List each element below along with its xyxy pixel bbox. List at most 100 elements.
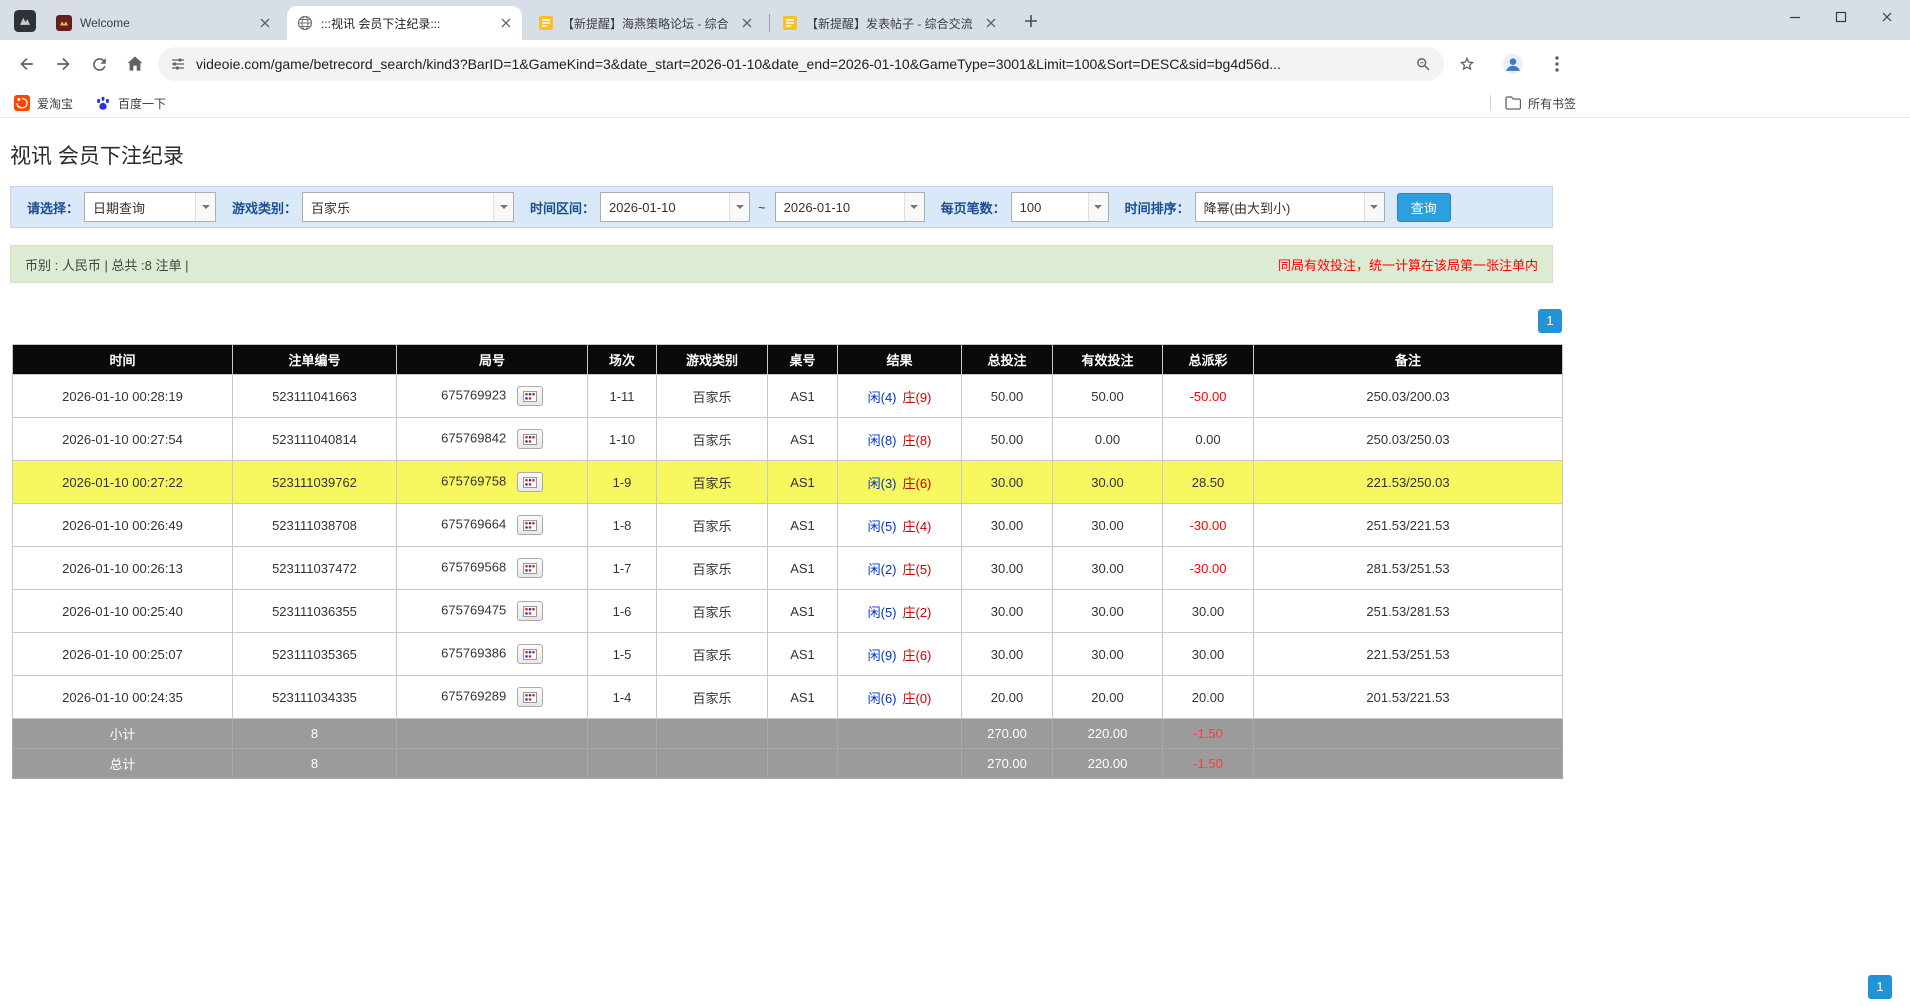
date-end-select[interactable]: 2026-01-10 [775, 192, 925, 222]
tab-close-icon[interactable] [498, 15, 514, 31]
back-button[interactable] [10, 47, 44, 81]
bookmarks-divider [1490, 95, 1491, 111]
url-text[interactable]: videoie.com/game/betrecord_search/kind3?… [196, 56, 1405, 72]
tab-post[interactable]: 【新提醒】发表帖子 - 综合交流 [772, 6, 1007, 40]
pagination-top: 1 [12, 309, 1562, 333]
sort-order-select[interactable]: 降幂(由大到小) [1195, 192, 1385, 222]
cell-bet-id: 523111040814 [233, 418, 397, 461]
cell-total-bet-link[interactable]: 50.00 [962, 418, 1053, 461]
replay-result-button[interactable] [517, 515, 543, 535]
folder-icon [1505, 96, 1521, 110]
cell-payout: 30.00 [1163, 590, 1254, 633]
game-type-select[interactable]: 百家乐 [302, 192, 514, 222]
tab-strip: Welcome :::视讯 会员下注纪录::: 【新提醒】海燕策略论坛 - 综合 [0, 0, 1910, 40]
bookmarks-bar: 爱淘宝 百度一下 所有书签 [0, 88, 1910, 118]
result-banker: 庄(9) [903, 390, 932, 405]
cell-result: 闲(5)庄(2) [838, 590, 962, 633]
cell-game-type: 百家乐 [657, 461, 768, 504]
cell-round-id: 675769758 [397, 461, 588, 504]
tab-close-icon[interactable] [983, 15, 999, 31]
cell-time: 2026-01-10 00:25:07 [13, 633, 233, 676]
cell-note: 250.03/200.03 [1254, 375, 1563, 418]
header-table-no: 桌号 [768, 345, 838, 375]
cell-table-no: AS1 [768, 418, 838, 461]
replay-result-button[interactable] [517, 472, 543, 492]
date-range-separator: ~ [758, 200, 766, 215]
cell-table-no: AS1 [768, 547, 838, 590]
pagination-bottom: 1 [1868, 975, 1892, 999]
header-valid-bet: 有效投注 [1053, 345, 1163, 375]
cell-table-no: AS1 [768, 461, 838, 504]
tab-close-icon[interactable] [739, 15, 755, 31]
page-content: 视讯 会员下注纪录 请选择： 日期查询 游戏类别： 百家乐 时间区间： 2026… [0, 140, 1910, 779]
cell-game-type: 百家乐 [657, 375, 768, 418]
replay-result-button[interactable] [517, 601, 543, 621]
page-1-button-bottom[interactable]: 1 [1868, 975, 1892, 999]
cell-payout: -30.00 [1163, 547, 1254, 590]
three-dot-menu-icon[interactable] [1542, 49, 1572, 79]
empty-cell [657, 749, 768, 779]
new-tab-button[interactable] [1017, 7, 1045, 35]
refresh-button[interactable] [82, 47, 116, 81]
cell-time: 2026-01-10 00:26:49 [13, 504, 233, 547]
cell-result: 闲(8)庄(8) [838, 418, 962, 461]
round-id-text: 675769289 [441, 688, 506, 703]
cell-total-bet-link[interactable]: 30.00 [962, 504, 1053, 547]
cell-total-bet-link[interactable]: 30.00 [962, 461, 1053, 504]
replay-result-button[interactable] [517, 644, 543, 664]
roadmap-result-icon [523, 563, 537, 574]
minimize-button[interactable] [1772, 0, 1818, 34]
cell-table-no: AS1 [768, 633, 838, 676]
date-start-select[interactable]: 2026-01-10 [600, 192, 750, 222]
zoom-magnifier-icon[interactable] [1415, 56, 1432, 73]
total-row: 总计 8 270.00 220.00 -1.50 [13, 749, 1563, 779]
round-id-text: 675769475 [441, 602, 506, 617]
replay-result-button[interactable] [517, 386, 543, 406]
profile-avatar-icon[interactable] [1498, 49, 1528, 79]
result-player: 闲(2) [868, 562, 897, 577]
tab-bet-records[interactable]: :::视讯 会员下注纪录::: [287, 6, 522, 40]
home-button[interactable] [118, 47, 152, 81]
cell-total-bet-link[interactable]: 20.00 [962, 676, 1053, 719]
address-bar[interactable]: videoie.com/game/betrecord_search/kind3?… [158, 47, 1444, 81]
tab-welcome[interactable]: Welcome [46, 6, 281, 40]
cell-valid-bet: 0.00 [1053, 418, 1163, 461]
roadmap-result-icon [523, 520, 537, 531]
tab-forum[interactable]: 【新提醒】海燕策略论坛 - 综合 [528, 6, 763, 40]
page-size-select[interactable]: 100 [1011, 192, 1109, 222]
tab-close-icon[interactable] [257, 15, 273, 31]
result-banker: 庄(6) [903, 476, 932, 491]
bookmark-aitaobao[interactable]: 爱淘宝 [14, 95, 73, 112]
replay-result-button[interactable] [517, 687, 543, 707]
table-row: 2026-01-10 00:28:19 523111041663 6757699… [13, 375, 1563, 418]
cell-note: 221.53/250.03 [1254, 461, 1563, 504]
total-valid-bet: 220.00 [1053, 749, 1163, 779]
replay-result-button[interactable] [517, 558, 543, 578]
all-bookmarks-button[interactable]: 所有书签 [1505, 95, 1576, 112]
page-1-button-top[interactable]: 1 [1538, 309, 1562, 333]
round-id-text: 675769758 [441, 473, 506, 488]
query-type-select[interactable]: 日期查询 [84, 192, 216, 222]
cell-total-bet-link[interactable]: 30.00 [962, 547, 1053, 590]
bookmark-star-icon[interactable] [1452, 49, 1482, 79]
close-button[interactable] [1864, 0, 1910, 34]
search-button[interactable]: 查询 [1397, 193, 1451, 222]
cell-total-bet-link[interactable]: 30.00 [962, 590, 1053, 633]
cell-payout: 0.00 [1163, 418, 1254, 461]
cell-total-bet-link[interactable]: 50.00 [962, 375, 1053, 418]
cell-session: 1-4 [588, 676, 657, 719]
cell-note: 251.53/281.53 [1254, 590, 1563, 633]
window-app-icon [14, 10, 36, 32]
cell-total-bet-link[interactable]: 30.00 [962, 633, 1053, 676]
forward-button[interactable] [46, 47, 80, 81]
cell-session: 1-6 [588, 590, 657, 633]
site-info-icon[interactable] [170, 56, 186, 72]
cell-valid-bet: 30.00 [1053, 504, 1163, 547]
cell-result: 闲(5)庄(4) [838, 504, 962, 547]
replay-result-button[interactable] [517, 429, 543, 449]
maximize-button[interactable] [1818, 0, 1864, 34]
page-title: 视讯 会员下注纪录 [10, 140, 1910, 170]
cell-round-id: 675769923 [397, 375, 588, 418]
bookmark-baidu[interactable]: 百度一下 [95, 95, 166, 112]
empty-cell [588, 749, 657, 779]
